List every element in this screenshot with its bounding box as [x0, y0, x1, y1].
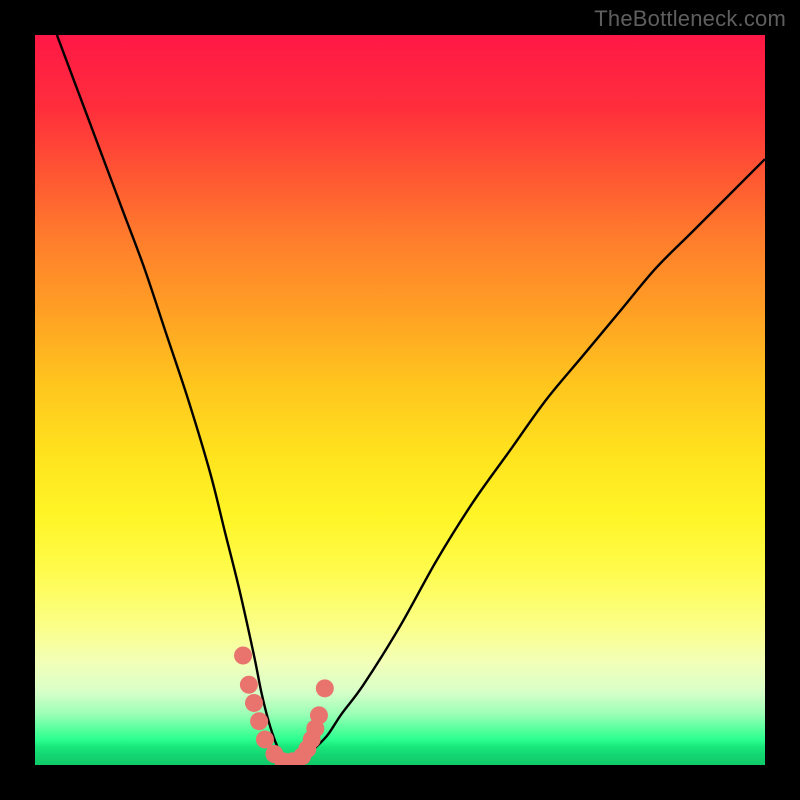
highlight-dot [310, 706, 328, 724]
highlight-dot [245, 694, 263, 712]
highlight-dot [250, 712, 268, 730]
highlight-dot [240, 676, 258, 694]
highlight-dot [234, 647, 252, 665]
highlight-dot [316, 679, 334, 697]
plot-area [35, 35, 765, 765]
chart-stage: TheBottleneck.com [0, 0, 800, 800]
highlight-dots [35, 35, 765, 765]
watermark-text: TheBottleneck.com [594, 6, 786, 32]
